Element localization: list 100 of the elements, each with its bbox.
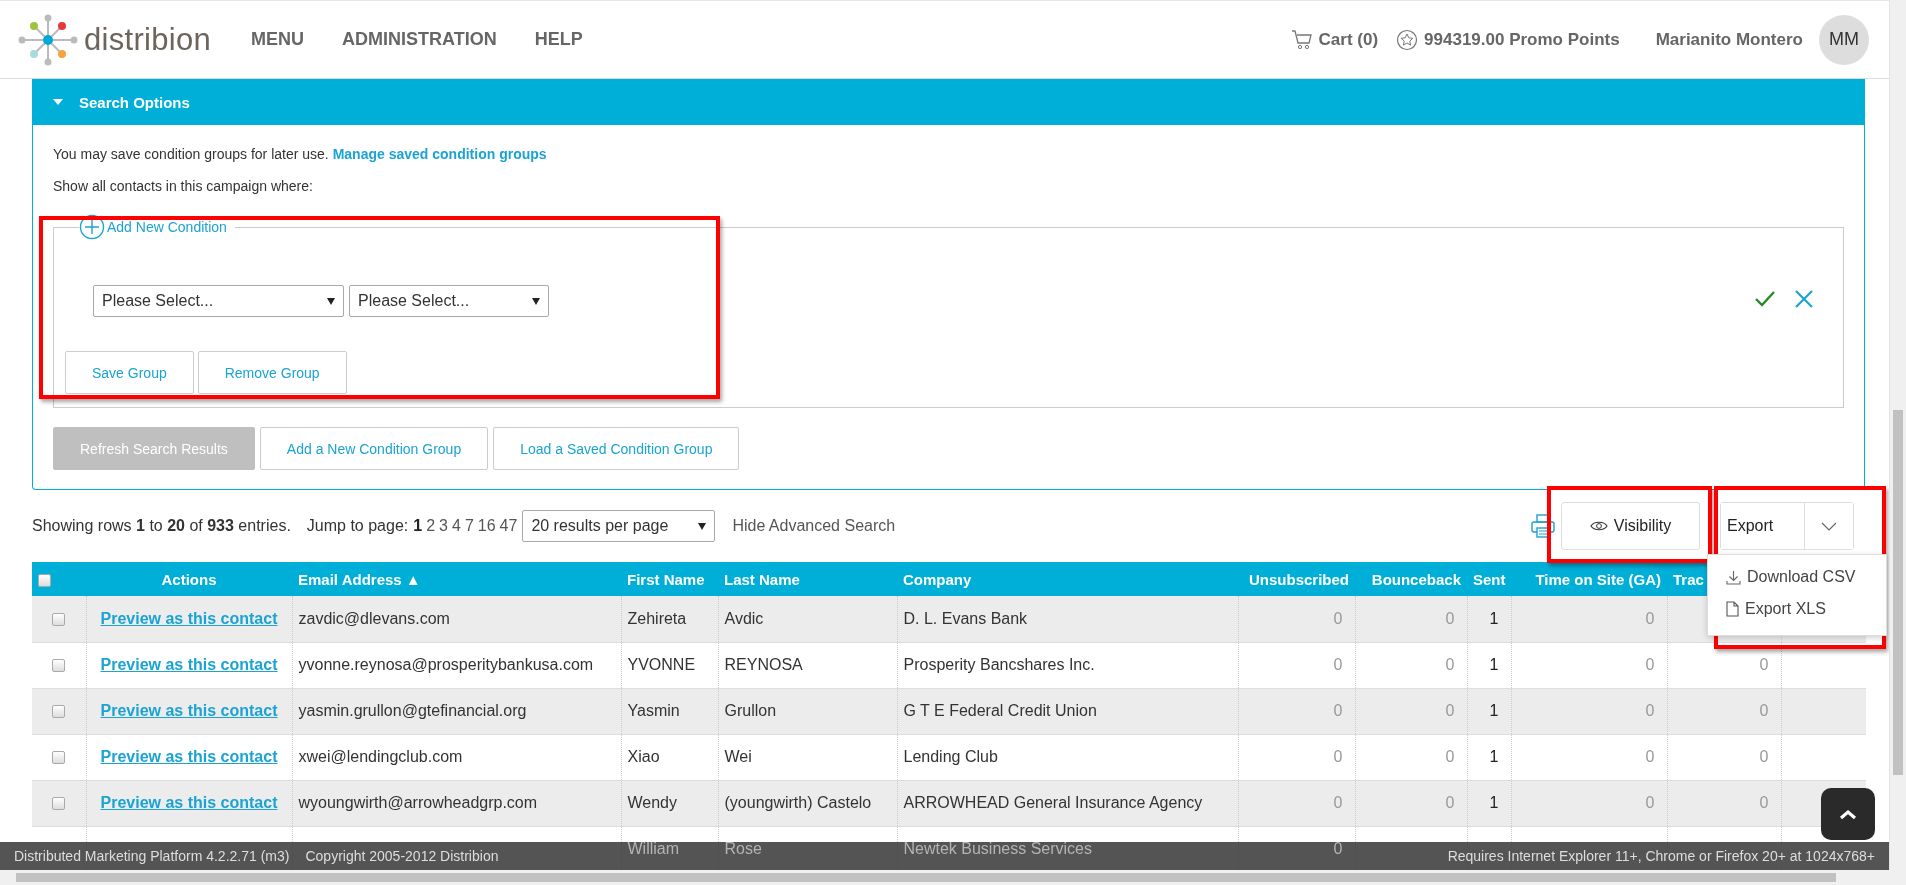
logo-text[interactable]: distribion bbox=[84, 21, 212, 58]
table-cell: xwei@lendingclub.com bbox=[298, 748, 463, 765]
add-circle-icon[interactable] bbox=[79, 214, 105, 240]
table-cell: G T E Federal Credit Union bbox=[903, 702, 1097, 719]
column-header[interactable]: Email Address ▲ bbox=[298, 570, 421, 588]
page-link[interactable]: 47 bbox=[499, 517, 518, 535]
add-condition-link[interactable]: Add New Condition bbox=[107, 219, 227, 235]
table-cell: 0 bbox=[1645, 609, 1655, 627]
table-cell: 1 bbox=[1489, 702, 1499, 719]
condition-select[interactable]: Please Select... bbox=[349, 285, 549, 317]
panel-header[interactable]: Search Options bbox=[33, 79, 1864, 125]
preview-link[interactable]: Preview as this contact bbox=[100, 609, 278, 627]
table-cell: 0 bbox=[1333, 609, 1343, 627]
results-summary: Showing rows 1 to 20 of 933 entries. bbox=[32, 517, 291, 535]
table-cell: 0 bbox=[1645, 748, 1655, 765]
table-cell: 0 bbox=[1645, 794, 1655, 811]
hide-search-link[interactable]: Hide Advanced Search bbox=[732, 517, 896, 535]
table-cell: Lending Club bbox=[903, 748, 998, 765]
check-icon[interactable] bbox=[1754, 290, 1776, 308]
table-cell: 0 bbox=[1445, 702, 1455, 719]
per-page-select[interactable]: 20 results per page bbox=[522, 510, 716, 542]
table-cell: Grullon bbox=[724, 702, 777, 719]
table-cell: zavdic@dlevans.com bbox=[298, 609, 450, 627]
select-all-checkbox[interactable] bbox=[38, 574, 51, 588]
column-header[interactable]: Actions bbox=[161, 570, 217, 588]
cart-icon[interactable] bbox=[1290, 28, 1313, 51]
table-cell: 0 bbox=[1759, 702, 1769, 719]
page-link[interactable]: 2 bbox=[426, 517, 436, 535]
table-cell: Wei bbox=[724, 748, 752, 765]
preview-link[interactable]: Preview as this contact bbox=[100, 794, 278, 811]
caret-icon bbox=[532, 298, 540, 305]
table-cell: ARROWHEAD General Insurance Agency bbox=[903, 794, 1203, 811]
table-cell: Wendy bbox=[627, 794, 677, 811]
preview-link[interactable]: Preview as this contact bbox=[100, 702, 278, 719]
preview-link[interactable]: Preview as this contact bbox=[100, 748, 278, 765]
chevron-down-icon bbox=[1821, 521, 1837, 531]
cart-link[interactable]: Cart (0) bbox=[1318, 29, 1379, 50]
manage-groups-link[interactable]: Manage saved condition groups bbox=[332, 146, 547, 162]
table-cell: Rose bbox=[724, 840, 762, 857]
row-checkbox[interactable] bbox=[52, 797, 66, 811]
row-checkbox[interactable] bbox=[52, 613, 66, 626]
nav-item[interactable]: MENU bbox=[251, 29, 305, 50]
table-cell: REYNOSA bbox=[724, 656, 803, 673]
visibility-button[interactable]: Visibility bbox=[1561, 502, 1700, 550]
table-cell: Newtek Business Services bbox=[903, 840, 1092, 857]
vertical-scrollbar[interactable] bbox=[1889, 0, 1906, 870]
table-cell: YVONNE bbox=[627, 656, 696, 673]
page-link[interactable]: 4 bbox=[451, 517, 461, 535]
table-cell: 0 bbox=[1333, 702, 1343, 719]
caret-icon bbox=[327, 298, 335, 305]
table-cell: 0 bbox=[1333, 656, 1343, 673]
table-cell: Xiao bbox=[627, 748, 660, 765]
user-avatar[interactable]: MM bbox=[1819, 14, 1869, 65]
table-cell: (youngwirth) Castelo bbox=[724, 794, 872, 811]
chevron-up-icon bbox=[1839, 808, 1857, 820]
table-cell: 0 bbox=[1333, 840, 1343, 857]
caret-icon bbox=[698, 523, 707, 530]
column-header[interactable]: Company bbox=[903, 570, 972, 588]
scrollbar-thumb[interactable] bbox=[1893, 410, 1903, 775]
table-cell: Prosperity Bancshares Inc. bbox=[903, 656, 1095, 673]
column-header[interactable]: Trac bbox=[1673, 570, 1704, 588]
table-cell: 0 bbox=[1445, 656, 1455, 673]
export-menu-item[interactable]: Download CSV bbox=[1708, 561, 1886, 593]
table-cell: 0 bbox=[1445, 794, 1455, 811]
jump-label: Jump to page: bbox=[306, 517, 409, 535]
page-link[interactable]: 1 bbox=[413, 517, 423, 535]
page-link[interactable]: 7 bbox=[464, 517, 474, 535]
group-button[interactable]: Remove Group bbox=[197, 351, 347, 394]
file-icon bbox=[1726, 601, 1739, 617]
row-checkbox[interactable] bbox=[52, 751, 66, 765]
page-link[interactable]: 16 bbox=[477, 517, 496, 535]
page-link[interactable]: 3 bbox=[439, 517, 448, 535]
horizontal-scrollbar[interactable] bbox=[0, 870, 1906, 885]
close-icon[interactable] bbox=[1794, 289, 1814, 309]
nav-item[interactable]: HELP bbox=[534, 29, 583, 50]
preview-link[interactable]: Preview as this contact bbox=[100, 656, 278, 673]
table-cell: Zehireta bbox=[627, 609, 687, 627]
export-button[interactable]: Export bbox=[1721, 503, 1805, 549]
visibility-label: Visibility bbox=[1613, 517, 1672, 535]
row-checkbox[interactable] bbox=[52, 705, 66, 719]
table-cell: D. L. Evans Bank bbox=[903, 609, 1028, 627]
logo-icon bbox=[18, 13, 78, 66]
action-button[interactable]: Add a New Condition Group bbox=[259, 427, 489, 470]
nav-item[interactable]: ADMINISTRATION bbox=[342, 29, 497, 50]
table-cell: 1 bbox=[1489, 656, 1499, 673]
action-button[interactable]: Load a Saved Condition Group bbox=[493, 427, 740, 470]
condition-select[interactable]: Please Select... bbox=[93, 285, 344, 317]
export-menu-item[interactable]: Export XLS bbox=[1708, 593, 1886, 625]
eye-icon bbox=[1589, 520, 1608, 532]
group-button[interactable]: Save Group bbox=[65, 351, 194, 394]
user-name[interactable]: Marianito Montero bbox=[1655, 29, 1803, 50]
table-cell: 1 bbox=[1489, 748, 1499, 765]
scrollbar-thumb[interactable] bbox=[16, 873, 1836, 882]
table-cell: 1 bbox=[1489, 609, 1499, 627]
table-cell: yasmin.grullon@gtefinancial.org bbox=[298, 702, 527, 719]
scroll-top-button[interactable] bbox=[1821, 788, 1875, 840]
download-icon bbox=[1726, 569, 1741, 585]
row-checkbox[interactable] bbox=[52, 659, 66, 673]
printer-icon[interactable] bbox=[1530, 513, 1556, 539]
table-cell: yvonne.reynosa@prosperitybankusa.com bbox=[298, 656, 594, 673]
